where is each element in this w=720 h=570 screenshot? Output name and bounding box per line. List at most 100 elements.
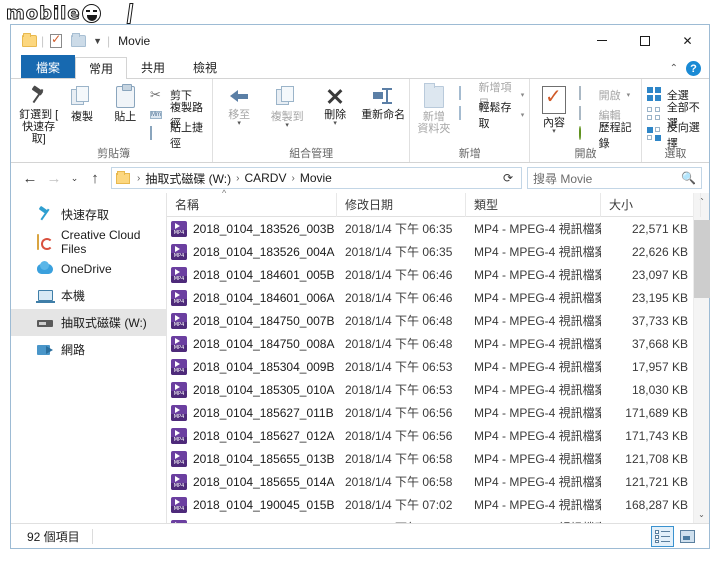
close-icon: ✕	[682, 33, 693, 48]
qat-properties-button[interactable]	[45, 30, 67, 52]
file-name-cell[interactable]: 2018_0104_190045_015B	[167, 496, 337, 513]
table-row[interactable]: 2018_0104_183526_003B 2018/1/4 下午 06:35 MP…	[167, 217, 693, 240]
file-name-cell[interactable]: 2018_0104_185655_014A	[167, 473, 337, 490]
easy-access-button[interactable]: 輕鬆存取 ▾	[456, 102, 528, 130]
scrollbar-track[interactable]	[693, 210, 710, 506]
forward-button[interactable]: →	[42, 166, 66, 190]
sidebar-item-removable-drive[interactable]: 抽取式磁碟 (W:)	[11, 309, 166, 336]
table-row[interactable]: 2018_0104_185304_009B 2018/1/4 下午 06:53 MP…	[167, 355, 693, 378]
sidebar-item-label: 網路	[61, 343, 86, 357]
new-item-dropdown-icon[interactable]: ▾	[521, 91, 525, 99]
sidebar-item-creative-cloud[interactable]: Creative Cloud Files	[11, 228, 166, 256]
file-name-cell[interactable]: 2018_0104_183526_004A	[167, 243, 337, 260]
tab-file[interactable]: 檔案	[21, 55, 76, 78]
file-name-cell[interactable]: 2018_0104_183526_003B	[167, 220, 337, 237]
table-row[interactable]: 2018_0104_190045_015B 2018/1/4 下午 07:02 MP…	[167, 493, 693, 516]
qat-folder-button[interactable]	[18, 30, 40, 52]
rename-icon	[372, 86, 394, 106]
table-row[interactable]: 2018_0104_185655_014A 2018/1/4 下午 06:58 MP…	[167, 470, 693, 493]
properties-button[interactable]: 內容 ▾	[532, 82, 575, 135]
file-name-cell[interactable]: 2018_0104_184601_005B	[167, 266, 337, 283]
file-name-cell[interactable]: 2018_0104_185627_011B	[167, 404, 337, 421]
breadcrumb-separator-1[interactable]: ›	[233, 173, 242, 184]
breadcrumb-separator-2[interactable]: ›	[288, 173, 297, 184]
properties-dropdown-icon[interactable]: ▾	[552, 128, 556, 135]
table-row[interactable]: 2018_0104_185305_010A 2018/1/4 下午 06:53 MP…	[167, 378, 693, 401]
table-row[interactable]: 2018_0104_183526_004A 2018/1/4 下午 06:35 MP…	[167, 240, 693, 263]
title-bar: | ▼ | Movie ✕	[11, 25, 709, 56]
sidebar-item-onedrive[interactable]: OneDrive	[11, 255, 166, 282]
open-dropdown-icon[interactable]: ▾	[627, 91, 631, 99]
maximize-button[interactable]	[623, 25, 666, 56]
delete-button[interactable]: 刪除 ▾	[311, 82, 359, 127]
copy-to-dropdown-icon[interactable]: ▾	[285, 122, 289, 129]
table-row[interactable]: 2018_0104_185627_012A 2018/1/4 下午 06:56 MP…	[167, 424, 693, 447]
file-name-cell[interactable]: 2018_0104_190045_016A	[167, 519, 337, 523]
move-to-button[interactable]: 移至 ▾	[215, 82, 263, 127]
file-name-cell[interactable]: 2018_0104_185655_013B	[167, 450, 337, 467]
open-button[interactable]: 開啟 ▾	[576, 85, 639, 104]
breadcrumb-item-drive[interactable]: 抽取式磁碟 (W:)	[145, 170, 231, 187]
rename-button[interactable]: 重新命名	[359, 82, 407, 121]
help-icon[interactable]: ?	[686, 61, 701, 76]
table-row[interactable]: 2018_0104_185627_011B 2018/1/4 下午 06:56 MP…	[167, 401, 693, 424]
copy-button[interactable]: 複製	[60, 82, 103, 123]
easy-access-dropdown-icon[interactable]: ▾	[521, 111, 525, 119]
search-box[interactable]: 搜尋 Movie 🔍	[527, 167, 702, 189]
scrollbar-thumb[interactable]	[693, 220, 710, 298]
file-name-cell[interactable]: 2018_0104_185304_009B	[167, 358, 337, 375]
chevron-down-icon[interactable]: ▼	[89, 36, 106, 46]
close-button[interactable]: ✕	[666, 25, 709, 56]
file-name-cell[interactable]: 2018_0104_185627_012A	[167, 427, 337, 444]
table-row[interactable]: 2018_0104_190045_016A2018/1/4 下午 07:02MP…	[167, 516, 693, 523]
mp4-file-icon	[171, 404, 187, 421]
delete-dropdown-icon[interactable]: ▾	[333, 120, 337, 127]
paste-shortcut-button[interactable]: 貼上捷徑	[147, 122, 210, 150]
file-type-cell: MP4 - MPEG-4 視訊檔案	[474, 337, 601, 351]
file-name-cell[interactable]: 2018_0104_184750_007B	[167, 312, 337, 329]
column-header-size[interactable]: 大小	[601, 192, 701, 217]
copy-to-button[interactable]: 複製到 ▾	[263, 82, 311, 129]
back-button[interactable]: ←	[18, 166, 42, 190]
tab-view[interactable]: 檢視	[179, 56, 231, 78]
new-folder-button[interactable]: 新增 資料夾	[412, 82, 455, 135]
breadcrumb-item-movie[interactable]: Movie	[300, 171, 332, 185]
recent-locations-button[interactable]: ⌄	[66, 166, 83, 190]
refresh-icon[interactable]: ⟳	[499, 171, 517, 185]
history-icon	[578, 125, 595, 143]
sidebar-item-network[interactable]: 網路	[11, 336, 166, 363]
sidebar-item-this-pc[interactable]: 本機	[11, 282, 166, 309]
pin-to-quick-access-button[interactable]: 釘選到 [ 快速存取]	[17, 82, 60, 145]
window-controls: ✕	[580, 25, 709, 56]
tab-share[interactable]: 共用	[127, 56, 179, 78]
breadcrumb[interactable]: › 抽取式磁碟 (W:) › CARDV › Movie ⟳	[111, 167, 522, 189]
column-header-type[interactable]: 類型	[466, 192, 601, 217]
paste-button[interactable]: 貼上	[104, 82, 147, 123]
breadcrumb-item-cardv[interactable]: CARDV	[244, 171, 286, 185]
details-view-button[interactable]	[651, 525, 674, 547]
tab-home[interactable]: 常用	[75, 57, 128, 79]
minimize-button[interactable]	[580, 25, 623, 56]
qat-new-folder-button[interactable]	[67, 30, 89, 52]
history-button[interactable]: 歷程記錄	[576, 122, 639, 150]
scroll-down-icon[interactable]: ⌄	[694, 506, 710, 523]
sidebar-item-quick-access[interactable]: 快速存取	[11, 201, 166, 228]
rename-label: 重新命名	[361, 109, 406, 121]
invert-selection-button[interactable]: 反向選擇	[644, 122, 707, 150]
move-to-dropdown-icon[interactable]: ▾	[237, 120, 241, 127]
search-icon[interactable]: 🔍	[681, 171, 696, 185]
column-header-name[interactable]: 名稱 ^	[167, 188, 337, 217]
collapse-ribbon-icon[interactable]: ⌃	[670, 63, 678, 74]
table-row[interactable]: 2018_0104_185655_013B 2018/1/4 下午 06:58 MP…	[167, 447, 693, 470]
up-button[interactable]: ↑	[83, 166, 107, 190]
file-name-cell[interactable]: 2018_0104_184601_006A	[167, 289, 337, 306]
column-header-date[interactable]: 修改日期	[337, 192, 466, 217]
large-icons-view-button[interactable]	[676, 526, 699, 547]
vertical-scrollbar[interactable]: ⌃ ⌄	[693, 193, 710, 523]
file-name-cell[interactable]: 2018_0104_185305_010A	[167, 381, 337, 398]
table-row[interactable]: 2018_0104_184750_008A 2018/1/4 下午 06:48 MP…	[167, 332, 693, 355]
table-row[interactable]: 2018_0104_184601_006A 2018/1/4 下午 06:46 MP…	[167, 286, 693, 309]
file-name-cell[interactable]: 2018_0104_184750_008A	[167, 335, 337, 352]
table-row[interactable]: 2018_0104_184601_005B 2018/1/4 下午 06:46 MP…	[167, 263, 693, 286]
table-row[interactable]: 2018_0104_184750_007B 2018/1/4 下午 06:48 MP…	[167, 309, 693, 332]
